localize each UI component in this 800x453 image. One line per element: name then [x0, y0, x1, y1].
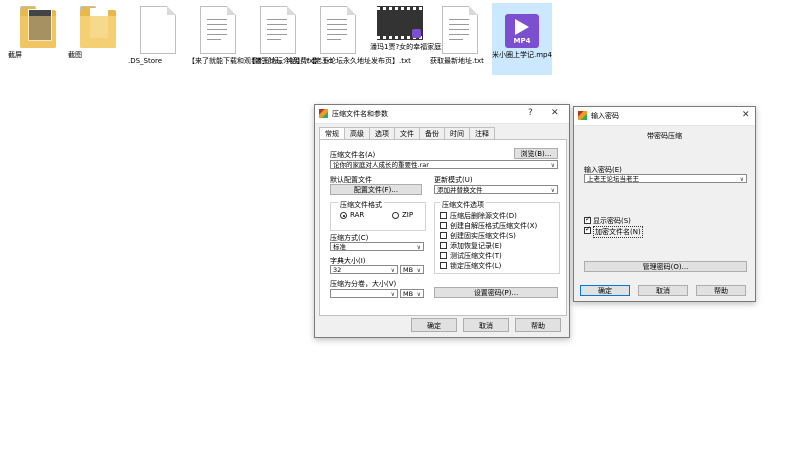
file-item-txt[interactable]: 获取最新地址.txt: [430, 6, 490, 65]
format-rar-radio[interactable]: [340, 212, 347, 219]
option-solid-checkbox[interactable]: [440, 232, 447, 239]
option-delete-source-label: 压缩后删除源文件(D): [450, 212, 517, 220]
dialog-titlebar: 压缩文件名和参数 ? ✕: [315, 105, 569, 124]
chevron-down-icon[interactable]: ∨: [551, 161, 555, 168]
chevron-down-icon[interactable]: ∨: [417, 290, 421, 297]
folder-icon: [20, 6, 56, 48]
blank-file-icon: [140, 6, 176, 54]
text-file-icon: [200, 6, 236, 54]
password-dialog: 输入密码 ✕ 带密码压缩 输入密码(E) 上老王论坛当老王∨ 显示密码(S) 加…: [573, 106, 756, 302]
split-volume-input[interactable]: ∨: [330, 289, 398, 298]
show-password-checkbox[interactable]: [584, 215, 591, 224]
archive-name-value: 论你的家庭对人成长的重要性.rar: [333, 161, 429, 169]
text-file-icon: [260, 6, 296, 54]
archive-options-label: 压缩文件选项: [440, 200, 486, 210]
dictionary-select[interactable]: 32 ∨: [330, 265, 398, 274]
split-volume-label: 压缩为分卷，大小(V): [330, 280, 397, 288]
cancel-button[interactable]: 取消: [463, 318, 509, 332]
text-file-icon: [320, 6, 356, 54]
dialog-subtitle: 带密码压缩: [647, 132, 682, 140]
dialog-title: 压缩文件名和参数: [332, 110, 388, 118]
video-thumbnail-icon: [377, 6, 423, 40]
method-value: 标准: [333, 243, 346, 251]
option-sfx-label: 创建自解压格式压缩文件(X): [450, 222, 538, 230]
chevron-down-icon[interactable]: ∨: [740, 175, 744, 182]
help-button[interactable]: 帮助: [515, 318, 561, 332]
help-icon[interactable]: ?: [528, 108, 533, 118]
file-label: .DS_Store: [128, 57, 163, 65]
format-zip-label: ZIP: [402, 211, 414, 219]
option-lock-checkbox[interactable]: [440, 262, 447, 269]
browse-button[interactable]: 浏览(B)...: [514, 148, 558, 159]
chevron-down-icon[interactable]: ∨: [417, 243, 421, 250]
close-icon[interactable]: ✕: [551, 108, 559, 118]
method-select[interactable]: 标准 ∨: [330, 242, 424, 251]
option-sfx-checkbox[interactable]: [440, 222, 447, 229]
format-rar-label: RAR: [350, 211, 365, 219]
option-solid-label: 创建固实压缩文件(S): [450, 232, 516, 240]
file-item-folder-shots[interactable]: 截图: [68, 6, 128, 59]
encrypt-filenames-label: 加密文件名(N): [593, 226, 643, 238]
split-unit-value: MB: [403, 290, 414, 298]
chevron-down-icon[interactable]: ∨: [391, 290, 395, 297]
file-label: 获取最新地址.txt: [430, 57, 484, 65]
show-password-label: 显示密码(S): [593, 217, 631, 225]
dictionary-unit-select[interactable]: MB ∨: [400, 265, 424, 274]
update-mode-label: 更新模式(U): [434, 176, 473, 184]
option-test-label: 测试压缩文件(T): [450, 252, 502, 260]
option-recovery-checkbox[interactable]: [440, 242, 447, 249]
option-test-checkbox[interactable]: [440, 252, 447, 259]
file-item-folder-screens[interactable]: 截屏: [8, 6, 68, 59]
file-item-ds-store[interactable]: .DS_Store: [128, 6, 188, 65]
option-lock-label: 锁定压缩文件(L): [450, 262, 502, 270]
help-button[interactable]: 帮助: [696, 285, 746, 296]
archive-name-label: 压缩文件名(A): [330, 151, 376, 159]
archive-name-input[interactable]: 论你的家庭对人成长的重要性.rar ∨: [330, 160, 558, 169]
cancel-button[interactable]: 取消: [638, 285, 688, 296]
file-item-mp4-selected[interactable]: MP4 米小圈上学记.mp4: [492, 3, 552, 75]
encrypt-filenames-checkbox[interactable]: [584, 225, 591, 234]
chevron-down-icon[interactable]: ∨: [391, 266, 395, 273]
option-delete-source-checkbox[interactable]: [440, 212, 447, 219]
dialog-titlebar: 输入密码 ✕: [574, 107, 755, 126]
password-value: 上老王论坛当老王: [587, 175, 639, 183]
manage-passwords-button[interactable]: 管理密码(O)...: [584, 261, 747, 272]
file-label: 米小圈上学记.mp4: [492, 51, 552, 59]
file-label: 【老王论坛介绍】.txt: [248, 57, 316, 65]
split-unit-select[interactable]: MB ∨: [400, 289, 424, 298]
file-label: 截屏: [8, 51, 22, 59]
file-item-txt[interactable]: 【老王论坛介绍】.txt: [248, 6, 316, 65]
file-item-txt[interactable]: 【来了就能下载和观看的论坛，纯免费！】.txt: [188, 6, 333, 65]
password-panel: 输入密码(E) 上老王论坛当老王∨ 显示密码(S) 加密文件名(N) 管理密码(…: [578, 155, 750, 272]
mp4-file-icon: MP4: [505, 14, 539, 48]
general-panel: 压缩文件名(A) 浏览(B)... 论你的家庭对人成长的重要性.rar ∨ 默认配…: [319, 139, 567, 316]
profiles-button[interactable]: 配置文件(F)...: [330, 184, 422, 195]
update-mode-value: 添加并替换文件: [437, 186, 483, 194]
format-label: 压缩文件格式: [338, 200, 384, 210]
file-label: 【老王论坛永久地址发布页】.txt: [308, 57, 411, 65]
archive-params-dialog: 压缩文件名和参数 ? ✕ 常规 高级 选项 文件 备份 时间 注释 压缩文件名(…: [314, 104, 570, 338]
set-password-button[interactable]: 设置密码(P)...: [434, 287, 558, 298]
format-zip-radio[interactable]: [392, 212, 399, 219]
chevron-down-icon[interactable]: ∨: [417, 266, 421, 273]
option-recovery-label: 添加恢复记录(E): [450, 242, 502, 250]
update-mode-select[interactable]: 添加并替换文件 ∨: [434, 185, 558, 194]
winrar-icon: [578, 111, 587, 120]
text-file-icon: [442, 6, 478, 54]
file-item-txt[interactable]: 【老王论坛永久地址发布页】.txt: [308, 6, 411, 65]
folder-icon: [80, 6, 116, 48]
dictionary-value: 32: [333, 266, 342, 274]
file-label: 截图: [68, 51, 82, 59]
ok-button[interactable]: 确定: [411, 318, 457, 332]
dialog-title: 输入密码: [591, 112, 619, 120]
ok-button[interactable]: 确定: [580, 285, 630, 296]
dictionary-unit-value: MB: [403, 266, 414, 274]
close-icon[interactable]: ✕: [742, 110, 750, 120]
chevron-down-icon[interactable]: ∨: [551, 186, 555, 193]
winrar-icon: [319, 109, 328, 118]
file-item-video[interactable]: 潘玛1贾?女的幸福家庭生活.MP4: [370, 6, 472, 51]
password-input[interactable]: 上老王论坛当老王 ∨: [584, 174, 747, 183]
